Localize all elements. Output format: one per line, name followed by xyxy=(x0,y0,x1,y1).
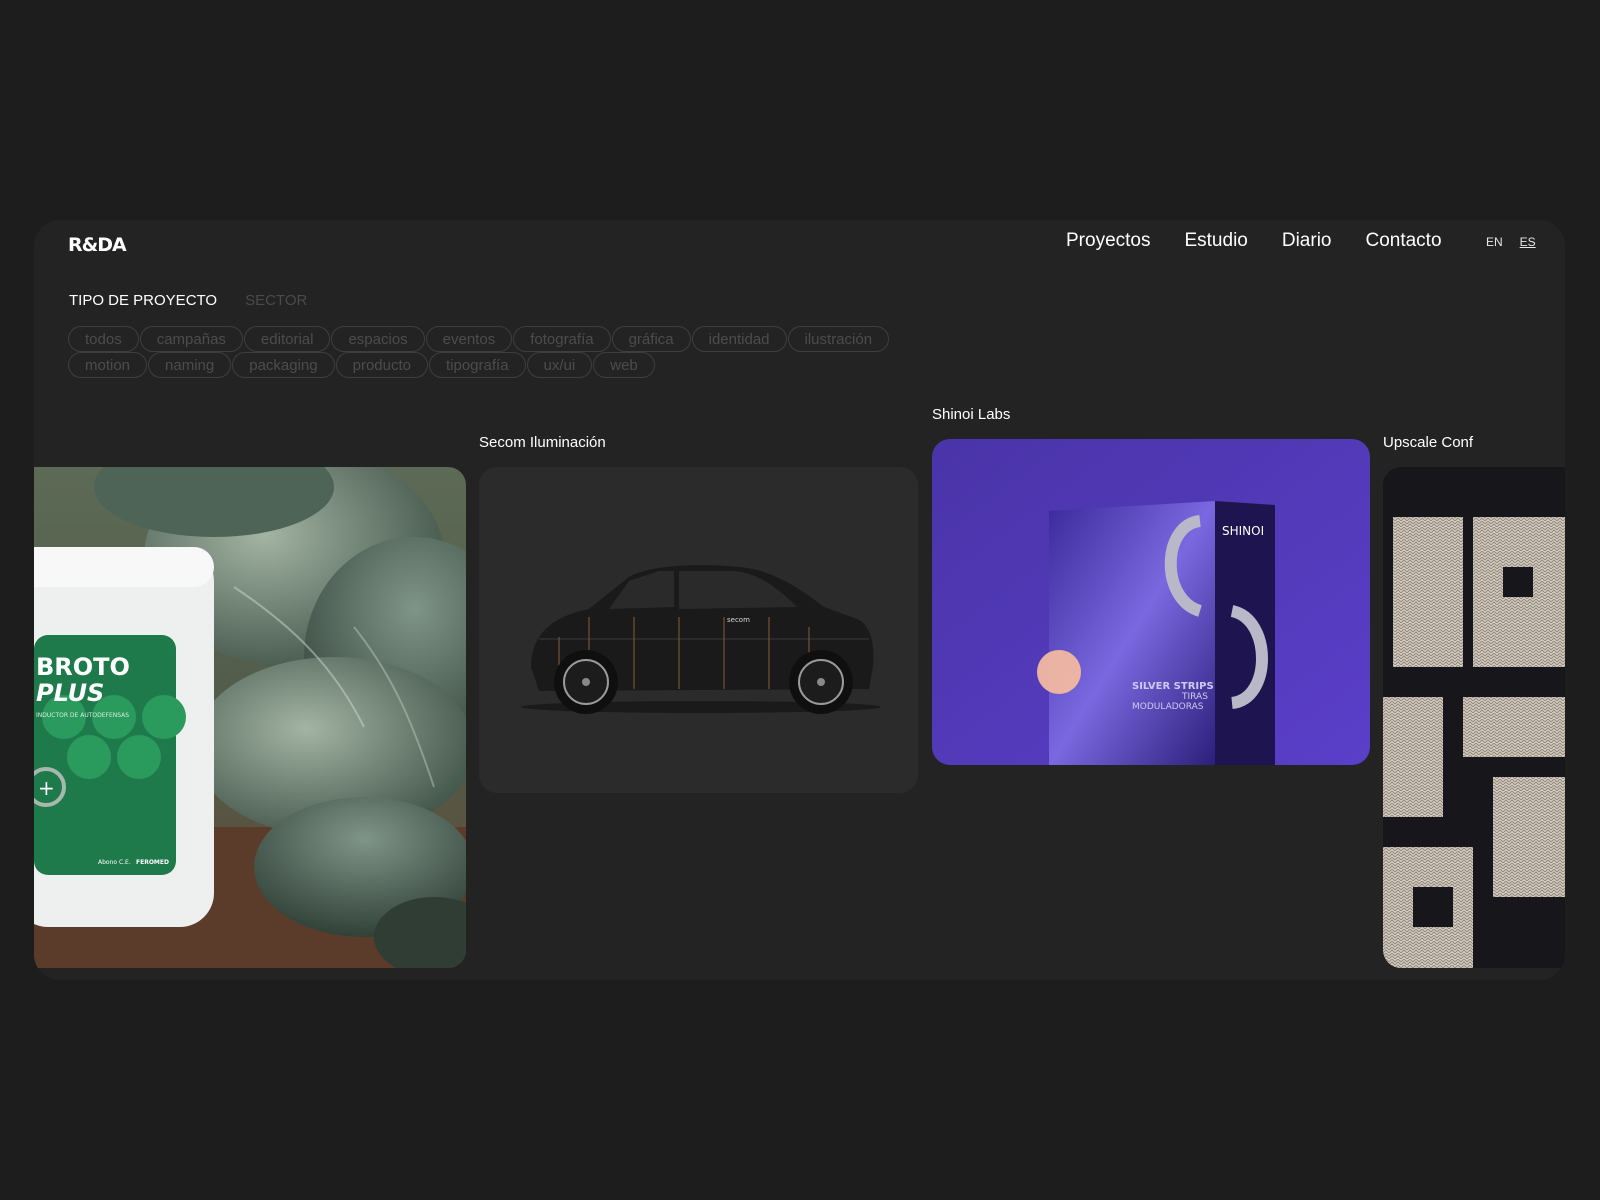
box-brand: SHINOI xyxy=(1222,524,1264,538)
nav-item-estudio[interactable]: Estudio xyxy=(1184,230,1247,252)
bottle-label-line2: PLUS xyxy=(36,679,104,707)
bottle-label-line1: BROTO xyxy=(36,653,130,681)
chip-fotografia[interactable]: fotografía xyxy=(513,326,611,352)
chip-naming[interactable]: naming xyxy=(148,352,232,378)
project-title-upscale[interactable]: Upscale Conf xyxy=(1383,434,1473,451)
chip-packaging[interactable]: packaging xyxy=(232,352,335,378)
box-line1: SILVER STRIPS xyxy=(1132,681,1214,692)
language-switcher: EN ES xyxy=(1486,235,1536,249)
plus-icon: + xyxy=(38,776,55,800)
car-image: secom xyxy=(521,565,881,714)
chip-grafica[interactable]: gráfica xyxy=(611,326,691,352)
chip-editorial[interactable]: editorial xyxy=(243,326,331,352)
chip-identidad[interactable]: identidad xyxy=(691,326,787,352)
main-panel: R&DA Proyectos Estudio Diario Contacto E… xyxy=(34,220,1565,980)
filter-tabs: TIPO DE PROYECTO SECTOR xyxy=(69,292,307,309)
box-line3: MODULADORAS xyxy=(1132,702,1204,712)
chip-ilustracion[interactable]: ilustración xyxy=(787,326,890,352)
nav-item-contacto[interactable]: Contacto xyxy=(1365,230,1441,252)
bottle-label-foot: Abono C.E. xyxy=(98,859,131,866)
logo[interactable]: R&DA xyxy=(68,234,127,256)
lang-en[interactable]: EN xyxy=(1486,235,1503,249)
chip-espacios[interactable]: espacios xyxy=(331,326,425,352)
chip-todos[interactable]: todos xyxy=(68,326,139,352)
broto-plus-image: BROTO PLUS INDUCTOR DE AUTODEFENSAS + Ab… xyxy=(34,467,466,968)
lang-es[interactable]: ES xyxy=(1520,235,1536,249)
chip-campanas[interactable]: campañas xyxy=(139,326,243,352)
tab-sector[interactable]: SECTOR xyxy=(245,292,307,309)
filter-chips: todos campañas editorial espacios evento… xyxy=(68,326,948,378)
chip-eventos[interactable]: eventos xyxy=(425,326,513,352)
project-card-broto-plus[interactable]: BROTO PLUS INDUCTOR DE AUTODEFENSAS + Ab… xyxy=(34,467,466,968)
chip-tipografia[interactable]: tipografía xyxy=(429,352,526,378)
car-decal-text: secom xyxy=(727,616,750,624)
cursor-dot xyxy=(1037,650,1081,694)
main-nav: Proyectos Estudio Diario Contacto xyxy=(1066,230,1442,252)
project-card-shinoi[interactable]: SHINOI SILVER STRIPS TIRAS MODULADORAS xyxy=(932,439,1370,765)
bottle-label-sub: INDUCTOR DE AUTODEFENSAS xyxy=(36,712,129,719)
box-line2: TIRAS xyxy=(1181,692,1208,702)
project-card-secom[interactable]: secom xyxy=(479,467,918,793)
tab-tipo-de-proyecto[interactable]: TIPO DE PROYECTO xyxy=(69,292,217,309)
chip-producto[interactable]: producto xyxy=(335,352,428,378)
project-title-shinoi[interactable]: Shinoi Labs xyxy=(932,406,1010,423)
chip-ux-ui[interactable]: ux/ui xyxy=(526,352,593,378)
knit-pattern-image xyxy=(1383,467,1565,968)
project-card-upscale[interactable] xyxy=(1383,467,1565,968)
chip-web[interactable]: web xyxy=(593,352,655,378)
bottle-label-brand: FEROMED xyxy=(136,859,169,866)
chip-motion[interactable]: motion xyxy=(68,352,148,378)
nav-item-proyectos[interactable]: Proyectos xyxy=(1066,230,1150,252)
nav-item-diario[interactable]: Diario xyxy=(1282,230,1332,252)
project-title-secom[interactable]: Secom Iluminación xyxy=(479,434,606,451)
shinoi-box-image: SHINOI SILVER STRIPS TIRAS MODULADORAS xyxy=(932,439,1370,765)
